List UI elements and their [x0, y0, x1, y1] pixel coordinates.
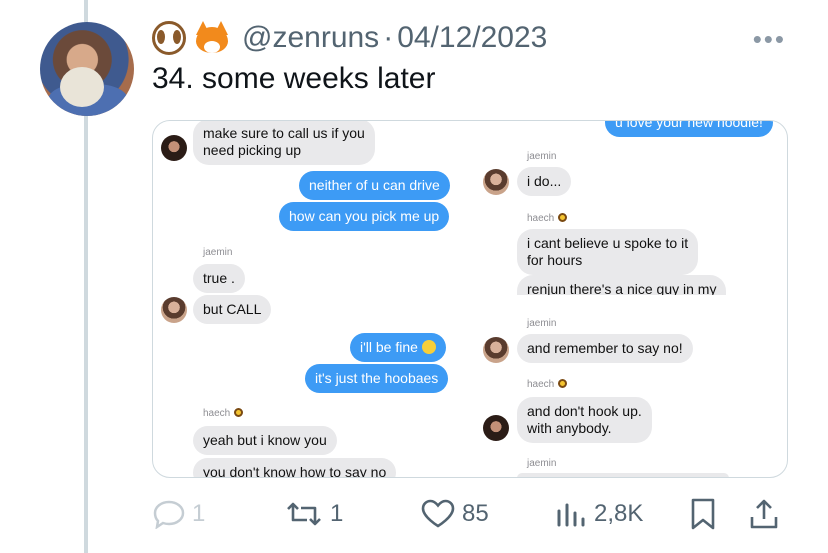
sender-name: haech	[527, 213, 568, 224]
tweet-text: 34. some weeks later	[152, 62, 436, 95]
retweet-count: 1	[330, 500, 344, 527]
bookmark-icon	[691, 498, 715, 530]
message-bubble: and remember to say no!	[517, 334, 693, 363]
fox-emoji-icon	[194, 21, 230, 55]
reply-button[interactable]: 1	[152, 496, 205, 532]
message-bubble: renjun there's a nice guy in my	[517, 275, 727, 295]
tweet-header: @zenruns · 04/12/2023	[152, 18, 547, 58]
sunflower-icon	[558, 213, 568, 222]
share-icon	[750, 499, 778, 529]
message-bubble: i'll be fine	[350, 333, 446, 362]
sunflower-icon	[558, 379, 568, 388]
analytics-icon	[557, 503, 585, 527]
views-button[interactable]: 2,8K	[554, 496, 643, 532]
message-bubble: you don't know how to say no	[193, 458, 397, 477]
sender-name: jaemin	[203, 247, 233, 258]
message-bubble: yeah but i know you	[193, 426, 337, 455]
like-button[interactable]: 85	[420, 496, 489, 532]
like-count: 85	[462, 500, 489, 527]
heart-icon	[421, 499, 455, 528]
message-bubble: i cant believe u spoke to it for hours	[517, 229, 699, 275]
message-bubble: make sure to call us if you need picking…	[193, 121, 375, 165]
tweet-media-image[interactable]: make sure to call us if you need picking…	[152, 120, 788, 478]
message-text: i'll be fine	[360, 339, 418, 355]
views-count: 2,8K	[594, 500, 644, 527]
message-bubble: i do...	[517, 167, 572, 196]
message-bubble: true .	[193, 264, 245, 293]
more-options-icon[interactable]: •••	[753, 24, 786, 55]
message-bubble: and don't hook up. with anybody.	[517, 397, 652, 443]
message-bubble-partial	[517, 473, 729, 477]
crying-laughing-emoji-icon	[421, 340, 436, 354]
avatar-hair	[60, 67, 104, 107]
avatar[interactable]	[40, 22, 134, 116]
sender-name: haech	[527, 379, 568, 390]
contact-avatar	[483, 169, 509, 195]
contact-avatar	[161, 297, 187, 323]
reply-count: 1	[192, 500, 206, 527]
sender-name: jaemin	[527, 458, 557, 469]
tweet-actions: 1 1 85 2,8K	[152, 496, 788, 532]
sender-name: jaemin	[527, 151, 557, 162]
retweet-icon	[287, 502, 321, 526]
user-handle[interactable]: @zenruns	[242, 21, 379, 55]
retweet-button[interactable]: 1	[284, 496, 343, 532]
message-bubble: how can you pick me up	[279, 202, 450, 231]
tweet-date[interactable]: 04/12/2023	[397, 21, 547, 55]
sunflower-icon	[234, 408, 244, 417]
contact-avatar	[483, 337, 509, 363]
reply-icon	[153, 500, 185, 529]
sender-name: jaemin	[527, 318, 557, 329]
sender-name: haech	[203, 408, 244, 419]
message-bubble: but CALL	[193, 295, 272, 324]
message-bubble: neither of u can drive	[299, 171, 450, 200]
separator-dot: ·	[383, 21, 394, 54]
share-button[interactable]	[748, 496, 786, 532]
message-bubble: it's just the hoobaes	[305, 364, 449, 393]
bookmark-button[interactable]	[688, 496, 724, 532]
contact-avatar	[483, 415, 509, 441]
contact-avatar	[161, 135, 187, 161]
message-bubble: u love your new hoodie!	[605, 121, 773, 137]
dog-emoji-icon	[152, 21, 186, 55]
